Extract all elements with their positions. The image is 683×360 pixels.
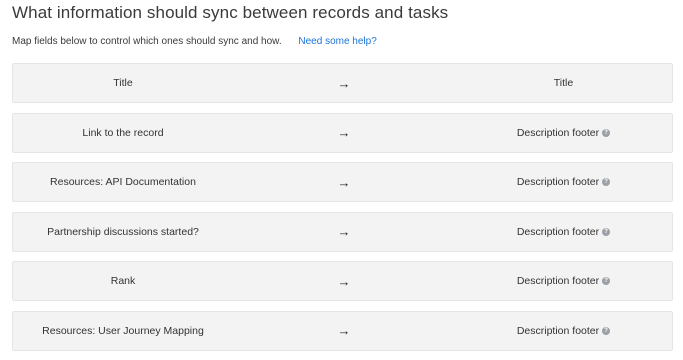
target-field-label: Description footer xyxy=(516,176,600,188)
target-field-label: Title xyxy=(553,77,574,89)
target-field: Description footer? xyxy=(453,325,674,337)
target-field: Description footer? xyxy=(453,176,674,188)
source-field: Resources: User Journey Mapping xyxy=(42,324,204,337)
mapping-row[interactable]: Resources: API Documentation → Descripti… xyxy=(12,162,673,202)
source-field: Link to the record xyxy=(82,126,164,139)
question-circle-icon[interactable]: ? xyxy=(602,128,611,137)
source-field: Partnership discussions started? xyxy=(47,225,199,238)
subtitle-text: Map fields below to control which ones s… xyxy=(12,36,282,47)
right-arrow-icon: → xyxy=(337,174,351,190)
source-field: Rank xyxy=(110,275,136,287)
mapping-row[interactable]: Rank → Description footer? xyxy=(12,261,673,301)
right-arrow-icon: → xyxy=(337,323,351,338)
source-field: Title xyxy=(113,77,133,89)
page-title: What information should sync between rec… xyxy=(12,3,449,22)
help-link[interactable]: Need some help? xyxy=(298,36,376,47)
mapping-row[interactable]: Link to the record → Description footer? xyxy=(12,112,674,153)
target-field-label: Description footer xyxy=(516,225,600,238)
target-field: Description footer? xyxy=(453,226,674,238)
question-circle-icon[interactable]: ? xyxy=(602,227,611,236)
target-field: Description footer? xyxy=(453,127,674,139)
right-arrow-icon: → xyxy=(337,75,351,91)
target-field-label: Description footer xyxy=(516,126,600,139)
question-circle-icon[interactable]: ? xyxy=(602,277,611,286)
field-mapping-list: Title → Title Link to the record → Descr… xyxy=(12,63,673,360)
question-circle-icon[interactable]: ? xyxy=(602,178,611,187)
right-arrow-icon: → xyxy=(337,125,351,140)
question-circle-icon[interactable]: ? xyxy=(602,326,611,335)
right-arrow-icon: → xyxy=(337,224,351,239)
mapping-row[interactable]: Title → Title xyxy=(12,63,673,103)
target-field-label: Description footer xyxy=(516,324,600,337)
target-field-label: Description footer xyxy=(516,275,600,287)
mapping-row[interactable]: Resources: User Journey Mapping → Descri… xyxy=(12,310,674,351)
source-field: Resources: API Documentation xyxy=(50,176,196,188)
sync-settings-panel: What information should sync between rec… xyxy=(0,0,683,357)
right-arrow-icon: → xyxy=(337,273,351,289)
page-subtitle: Map fields below to control which ones s… xyxy=(12,36,377,47)
mapping-row[interactable]: Partnership discussions started? → Descr… xyxy=(12,211,674,252)
target-field: Title xyxy=(453,77,674,89)
target-field: Description footer? xyxy=(453,275,674,287)
